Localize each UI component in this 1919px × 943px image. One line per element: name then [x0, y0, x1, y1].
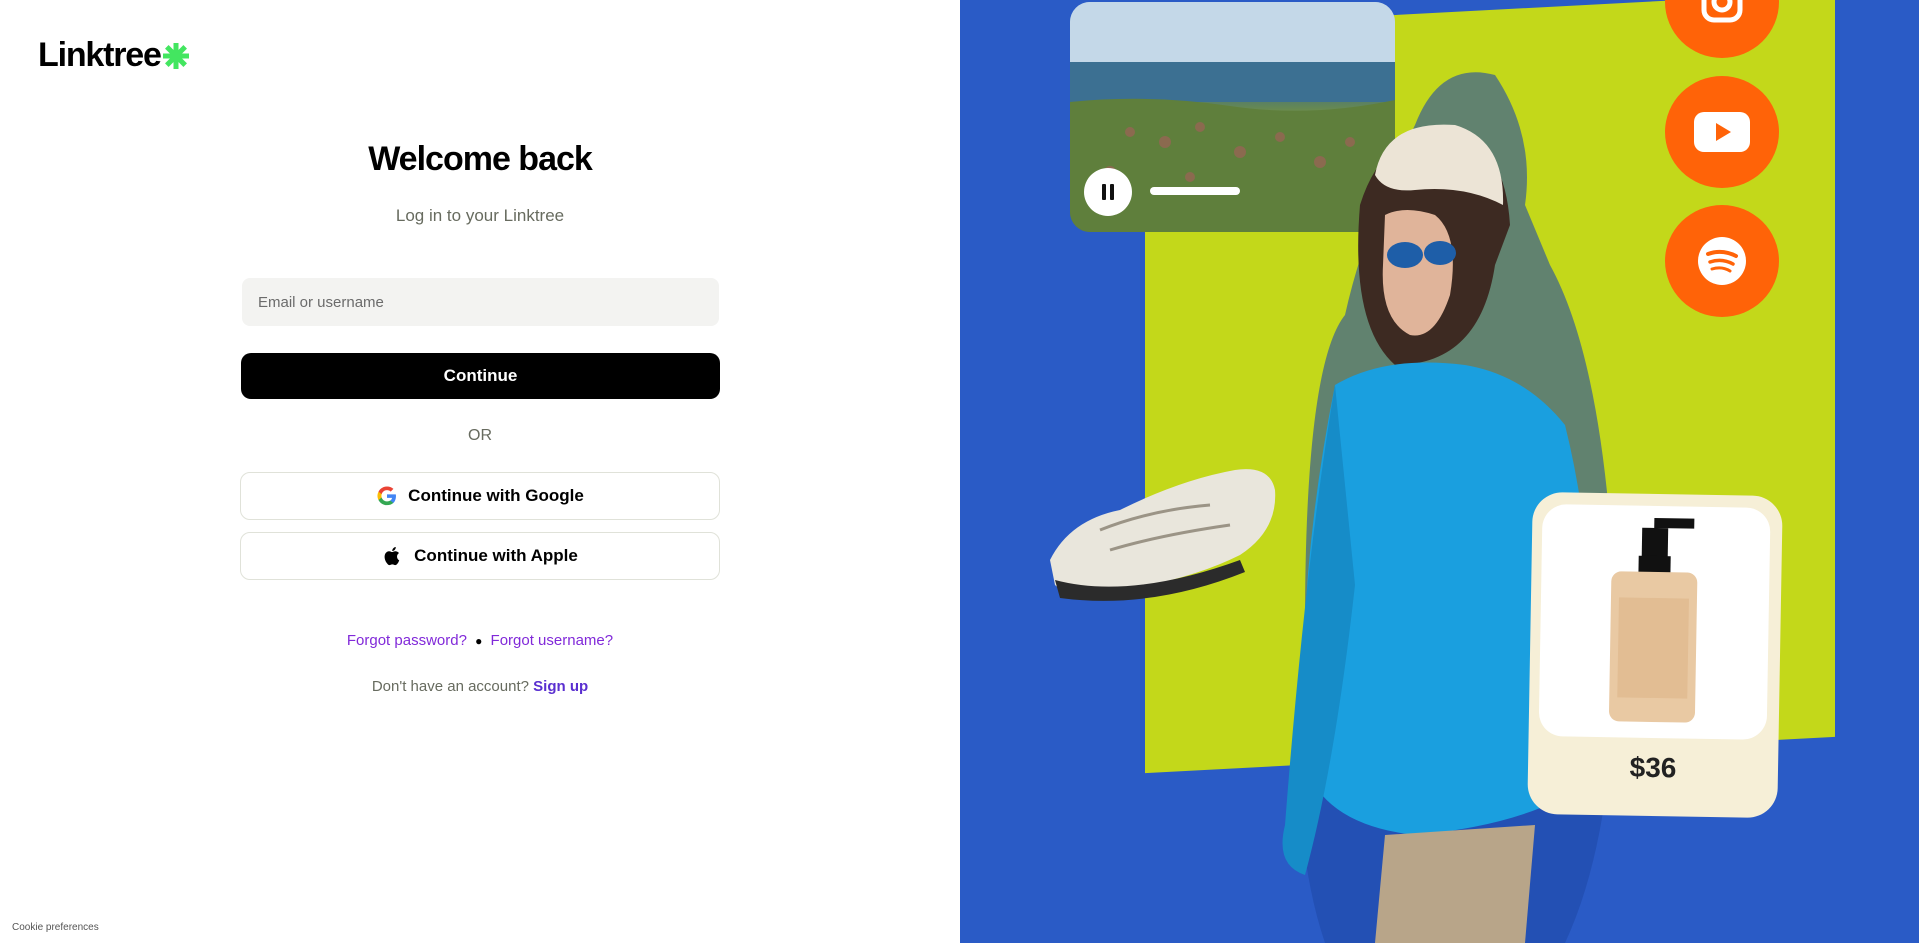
separator-dot: ●	[475, 634, 483, 648]
google-icon	[376, 485, 398, 507]
page-title: Welcome back	[368, 140, 593, 178]
soap-bottle-image	[1609, 517, 1698, 723]
pause-button[interactable]	[1084, 168, 1132, 216]
spotify-button[interactable]	[1665, 205, 1779, 317]
no-account-text: Don't have an account?	[371, 678, 529, 695]
cookie-preferences-link[interactable]: Cookie preferences	[12, 922, 99, 933]
product-price: $36	[1629, 751, 1677, 784]
signup-link[interactable]: Sign up	[533, 678, 588, 695]
linktree-asterisk-icon	[162, 42, 189, 69]
linktree-logo[interactable]: Linktree	[38, 36, 189, 75]
spotify-icon	[1698, 237, 1746, 285]
instagram-icon	[1701, 0, 1743, 23]
youtube-button[interactable]	[1665, 76, 1779, 188]
logo-wordmark: Linktree	[38, 36, 162, 74]
continue-button[interactable]: Continue	[241, 353, 720, 399]
product-card[interactable]: $36	[1527, 491, 1783, 819]
signup-prompt: Don't have an account? Sign up	[0, 678, 960, 695]
video-progress-bar[interactable]	[1150, 187, 1240, 195]
product-image-frame	[1538, 504, 1771, 740]
email-input[interactable]: Email or username	[242, 278, 719, 326]
apple-icon	[382, 545, 404, 567]
apple-login-button[interactable]: Continue with Apple	[240, 532, 720, 580]
or-divider: OR	[468, 427, 492, 444]
forgot-links: Forgot password? ● Forgot username?	[0, 632, 960, 649]
google-login-label: Continue with Google	[408, 486, 584, 505]
showcase-panel: $36	[960, 0, 1919, 943]
google-login-button[interactable]: Continue with Google	[240, 472, 720, 520]
forgot-password-link[interactable]: Forgot password?	[347, 632, 467, 649]
forgot-username-link[interactable]: Forgot username?	[491, 632, 614, 649]
page-subtitle: Log in to your Linktree	[395, 206, 565, 225]
email-placeholder: Email or username	[258, 293, 384, 311]
sneaker-image	[1050, 469, 1276, 601]
login-panel: Linktree Welcome back Log in to your Lin…	[0, 0, 960, 943]
apple-login-label: Continue with Apple	[414, 546, 578, 565]
youtube-icon	[1694, 112, 1750, 152]
pause-icon	[1102, 184, 1114, 200]
